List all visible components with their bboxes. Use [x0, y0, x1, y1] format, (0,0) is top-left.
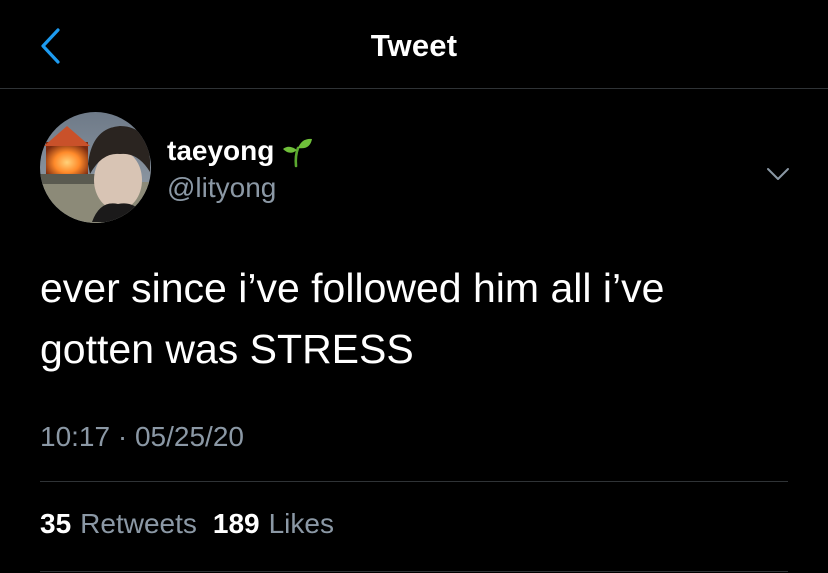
tweet-timestamp: 10:17 · 05/25/20	[40, 421, 244, 453]
likes-label: Likes	[268, 508, 334, 539]
avatar[interactable]	[40, 112, 151, 223]
likes-stat[interactable]: 189 Likes	[213, 508, 334, 540]
user-handle[interactable]: @lityong	[167, 172, 276, 204]
tweet-stats: 35 Retweets 189 Likes	[40, 508, 350, 540]
tweet-author: taeyong @lityong	[40, 112, 800, 227]
display-name-row[interactable]: taeyong	[167, 134, 314, 168]
divider	[40, 571, 788, 572]
likes-count: 189	[212, 508, 260, 539]
retweets-count: 35	[40, 508, 72, 539]
tweet-date[interactable]: 05/25/20	[135, 421, 244, 452]
display-name: taeyong	[167, 135, 275, 166]
divider	[40, 481, 788, 482]
chevron-down-icon	[767, 168, 789, 180]
tweet-time[interactable]: 10:17	[40, 421, 110, 452]
top-bar: Tweet	[0, 0, 828, 89]
avatar-image	[40, 112, 151, 223]
tweet-text: ever since i’ve followed him all i’ve go…	[40, 265, 665, 372]
seedling-icon	[283, 138, 313, 168]
page-title: Tweet	[370, 28, 458, 63]
retweets-label: Retweets	[80, 508, 197, 539]
tweet-menu-button[interactable]	[760, 156, 796, 192]
meta-separator: ·	[117, 421, 128, 452]
retweets-stat[interactable]: 35 Retweets	[40, 508, 197, 540]
